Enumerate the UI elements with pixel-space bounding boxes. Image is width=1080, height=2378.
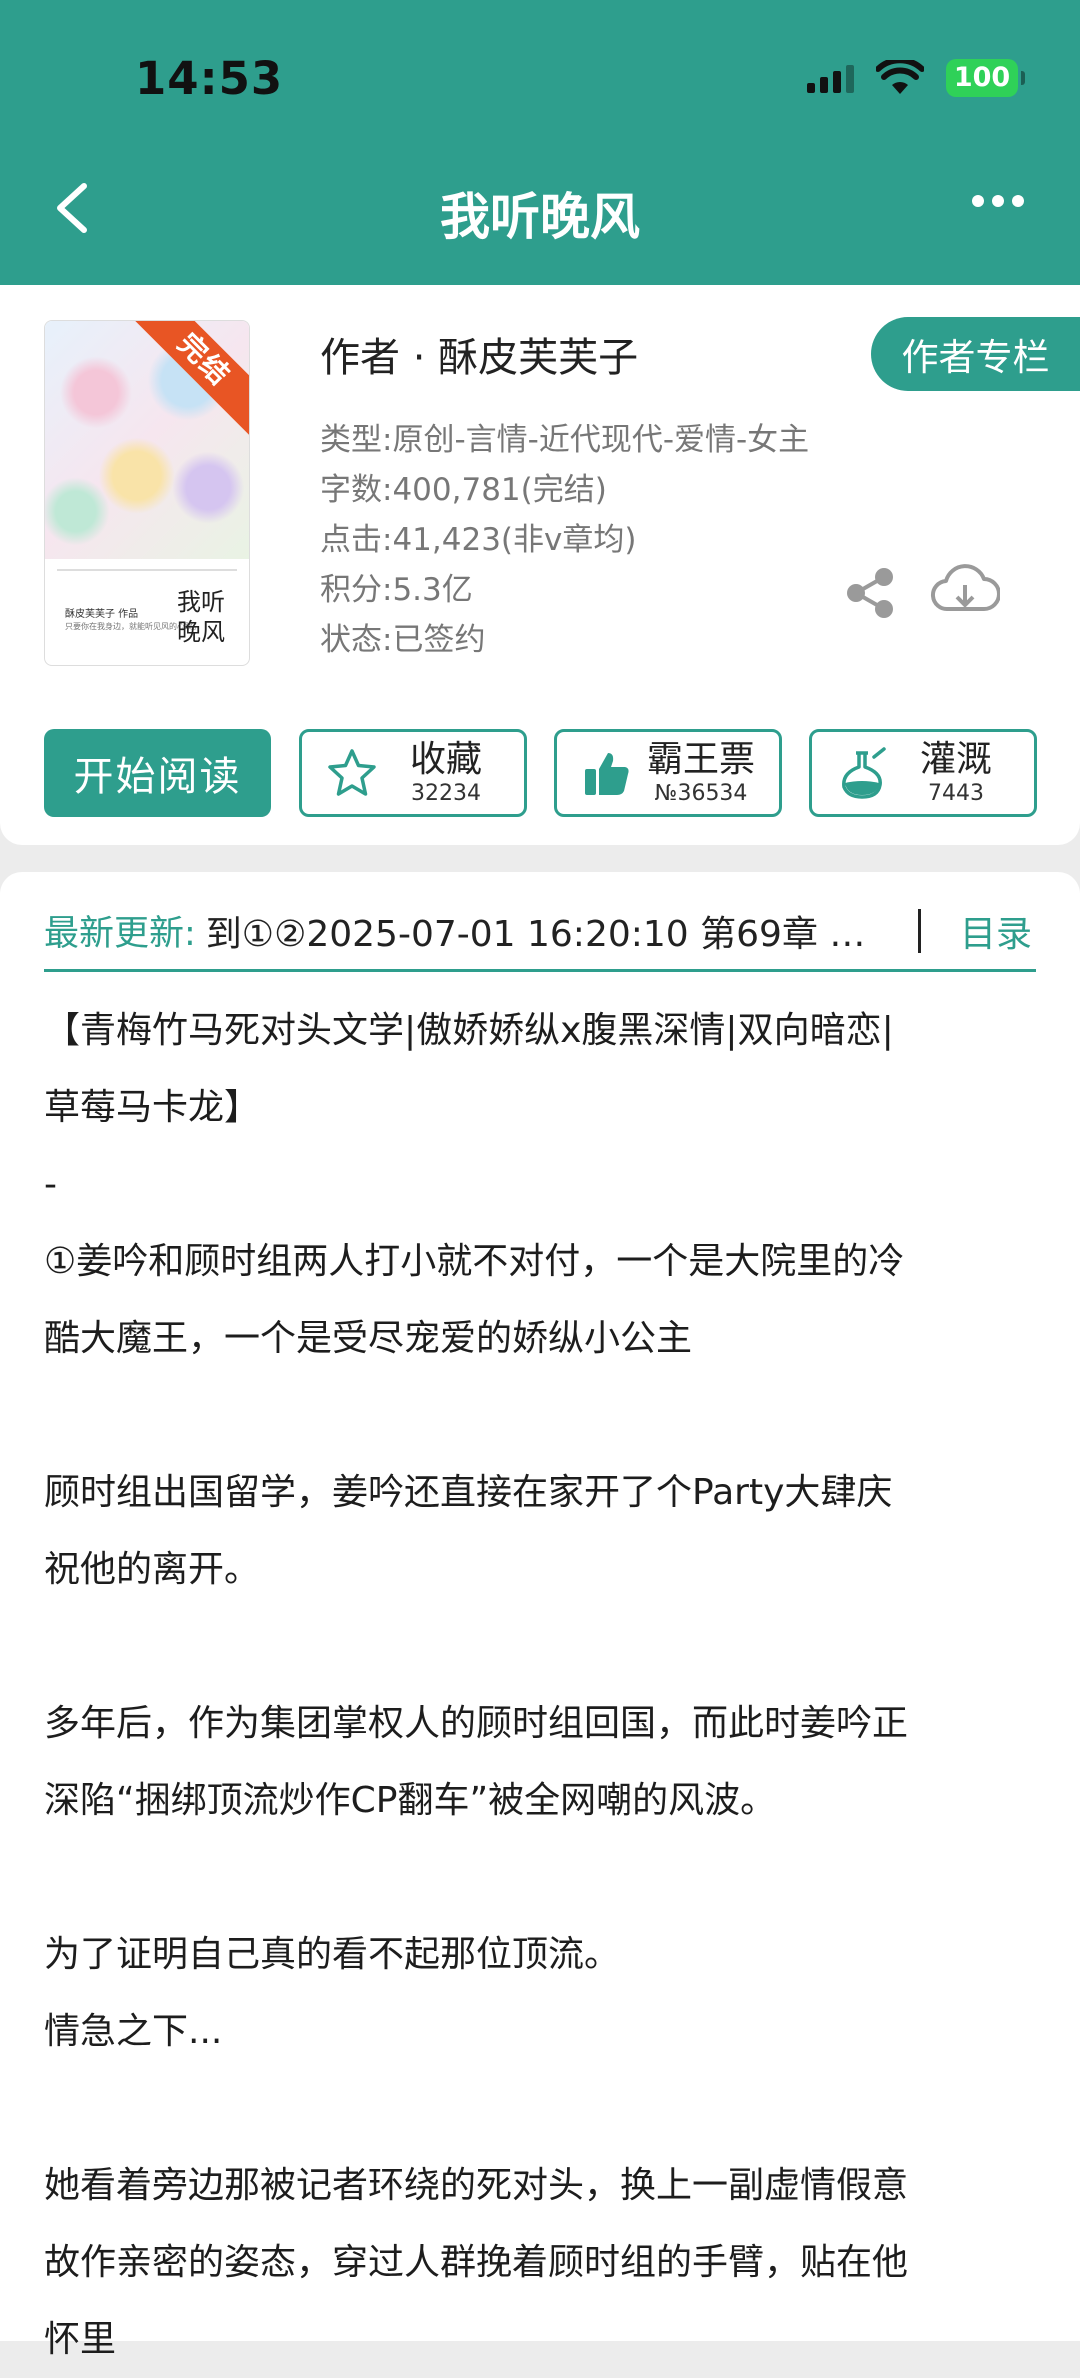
- download-icon[interactable]: [930, 563, 1000, 623]
- cover-title: 我听晚风: [177, 588, 225, 646]
- meta-state: 状态:已签约: [320, 622, 486, 658]
- nourish-button[interactable]: 灌溉 7443: [809, 729, 1037, 817]
- table-of-contents-link[interactable]: 目录: [960, 905, 1036, 957]
- thumbs-up-icon: [585, 753, 629, 795]
- author-column-button[interactable]: 作者专栏: [871, 317, 1080, 391]
- start-reading-button[interactable]: 开始阅读: [44, 729, 271, 817]
- meta-genre: 类型:原创-言情-近代现代-爱情-女主: [320, 422, 810, 458]
- meta-score: 积分:5.3亿: [320, 572, 473, 608]
- wifi-icon: [876, 60, 924, 94]
- more-options-icon[interactable]: [972, 195, 1024, 207]
- vote-button[interactable]: 霸王票 №36534: [554, 729, 782, 817]
- book-meta: 类型:原创-言情-近代现代-爱情-女主 字数:400,781(完结) 点击:41…: [320, 415, 809, 665]
- nourish-label: 灌溉: [919, 739, 992, 780]
- latest-update-label: 最新更新:: [44, 914, 196, 954]
- latest-update-bar[interactable]: 最新更新: 到①②2025-07-01 16:20:10 第69章 … 目录: [44, 892, 1036, 972]
- signal-icon: [807, 63, 854, 93]
- book-info-card: 酥皮芙芙子 作品 只要你在我身边，就能听见风的心跳。 我听晚风 完结 作者 · …: [0, 285, 1080, 845]
- cover-author-text: 酥皮芙芙子 作品: [65, 609, 139, 620]
- vote-count: №36534: [654, 781, 748, 806]
- header-bar: 14:53 100 我听晚风: [0, 0, 1080, 285]
- synopsis-text: 【青梅竹马死对头文学|傲娇娇纵x腹黑深情|双向暗恋| 草莓马卡龙】 - ①姜吟和…: [44, 1010, 909, 2360]
- status-icons: 100: [807, 58, 1025, 98]
- status-time: 14:53: [135, 52, 284, 105]
- meta-clicks: 点击:41,423(非v章均): [320, 522, 637, 558]
- favorite-label: 收藏: [409, 739, 482, 780]
- meta-word-count: 字数:400,781(完结): [320, 472, 607, 508]
- favorite-button[interactable]: 收藏 32234: [299, 729, 527, 817]
- favorite-count: 32234: [411, 781, 481, 806]
- author-name[interactable]: 作者 · 酥皮芙芙子: [320, 325, 638, 383]
- watering-flask-icon: [842, 747, 886, 799]
- star-icon: [328, 749, 376, 796]
- share-icon[interactable]: [842, 565, 898, 621]
- vote-label: 霸王票: [646, 739, 755, 780]
- page-title: 我听晚风: [440, 188, 640, 246]
- latest-update-text[interactable]: 到①②2025-07-01 16:20:10 第69章 …: [206, 905, 918, 957]
- book-cover[interactable]: 酥皮芙芙子 作品 只要你在我身边，就能听见风的心跳。 我听晚风 完结: [44, 320, 250, 666]
- battery-indicator: 100: [946, 59, 1025, 97]
- divider: [917, 908, 921, 953]
- synopsis-card: 最新更新: 到①②2025-07-01 16:20:10 第69章 … 目录 【…: [0, 872, 1080, 2360]
- nourish-count: 7443: [928, 781, 984, 806]
